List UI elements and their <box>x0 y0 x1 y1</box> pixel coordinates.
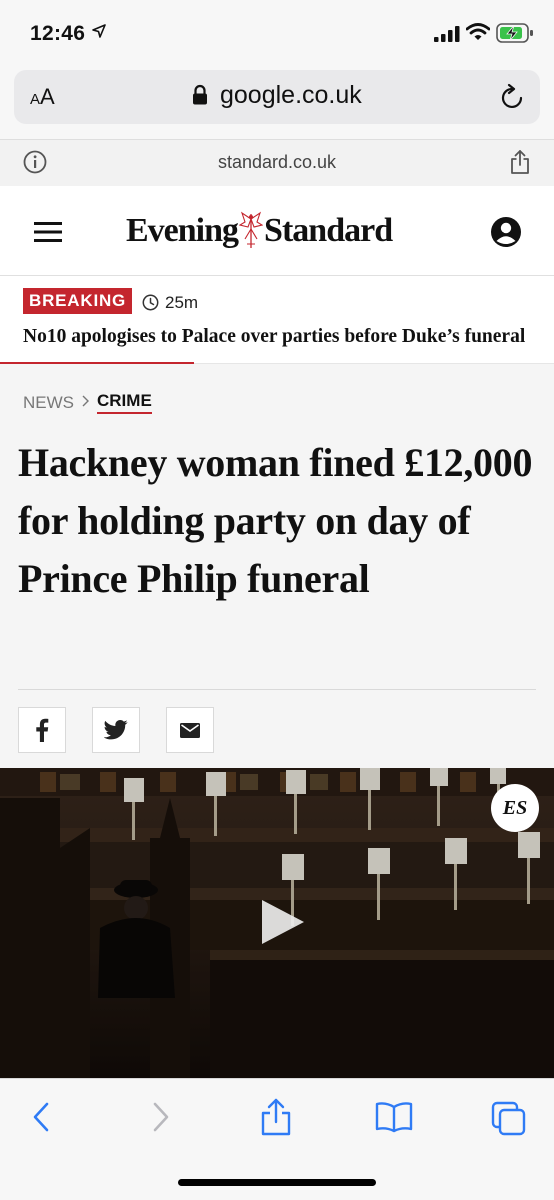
logo-word-left: Evening <box>126 212 239 249</box>
battery-charging-icon <box>496 23 534 48</box>
share-facebook-button[interactable] <box>18 707 66 753</box>
divider <box>18 689 536 690</box>
article-header: NEWS CRIME Hackney woman fined £12,000 f… <box>0 364 554 768</box>
cellular-signal-icon <box>434 26 460 47</box>
book-icon <box>375 1102 413 1133</box>
share-icon <box>261 1098 291 1136</box>
article-headline: Hackney woman fined £12,000 for holding … <box>18 440 533 601</box>
breadcrumb-news-link[interactable]: NEWS <box>23 393 74 413</box>
back-button[interactable] <box>30 1101 52 1138</box>
clock-icon <box>142 294 159 316</box>
logo-word-right: Standard <box>264 212 393 249</box>
share-button[interactable] <box>259 1097 293 1142</box>
breaking-news-banner[interactable]: BREAKING 25m No10 apologises to Palace o… <box>0 276 554 364</box>
breaking-badge: BREAKING <box>23 288 133 314</box>
es-logo-badge: ES <box>491 784 539 832</box>
reload-icon[interactable] <box>500 83 526 116</box>
chevron-right-icon <box>82 394 89 411</box>
text-size-button[interactable]: AA <box>30 84 55 110</box>
share-email-button[interactable] <box>166 707 214 753</box>
site-domain: standard.co.uk <box>217 152 337 172</box>
account-icon[interactable] <box>490 216 522 253</box>
site-logo[interactable]: Evening Standard <box>126 208 393 254</box>
email-icon <box>180 722 200 738</box>
site-header: Evening Standard <box>0 186 554 276</box>
video-player[interactable]: ES <box>0 768 554 1078</box>
share-twitter-button[interactable] <box>92 707 140 753</box>
tabs-button[interactable] <box>491 1101 527 1142</box>
logo-angel-emblem-icon <box>239 211 264 248</box>
status-bar: 12:46 <box>0 0 554 62</box>
forward-button[interactable] <box>150 1101 172 1138</box>
breaking-time: 25m <box>165 293 199 312</box>
facebook-icon <box>36 718 49 742</box>
location-arrow-icon <box>92 24 106 43</box>
tabs-icon <box>491 1101 526 1136</box>
browser-toolbar <box>0 1078 554 1200</box>
chevron-right-icon <box>153 1102 169 1132</box>
breaking-headline[interactable]: No10 apologises to Palace over parties b… <box>23 326 533 348</box>
chevron-left-icon <box>33 1102 49 1132</box>
browser-address-bar: AA google.co.uk <box>0 62 554 140</box>
home-indicator[interactable] <box>178 1179 376 1186</box>
breadcrumb-crime-link[interactable]: CRIME <box>97 391 152 414</box>
share-icon[interactable] <box>510 149 530 180</box>
hamburger-menu-icon[interactable] <box>34 222 62 247</box>
breadcrumb: NEWS CRIME <box>23 391 152 414</box>
lock-icon <box>192 84 208 111</box>
play-icon[interactable] <box>258 898 306 951</box>
bookmarks-button[interactable] <box>375 1101 413 1138</box>
url-field[interactable]: AA google.co.uk <box>14 70 540 124</box>
site-info-bar: standard.co.uk <box>0 140 554 186</box>
status-time: 12:46 <box>30 22 86 45</box>
twitter-icon <box>104 720 128 740</box>
url-text: google.co.uk <box>220 81 362 109</box>
wifi-icon <box>465 23 491 46</box>
